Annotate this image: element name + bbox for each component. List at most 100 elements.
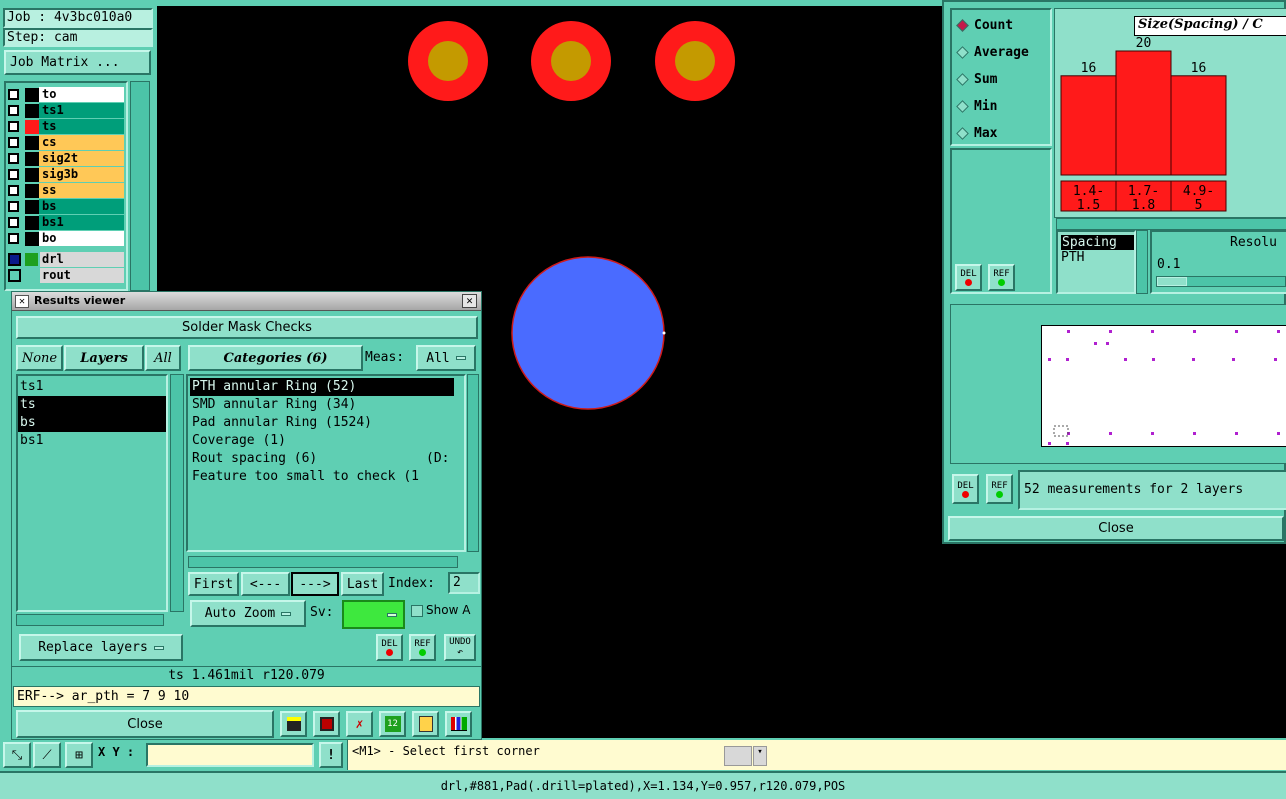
layer-list-scrollbar[interactable]	[130, 81, 150, 291]
mode-radio-min[interactable]: Min	[956, 97, 997, 115]
histogram-hscroll[interactable]	[1056, 218, 1286, 230]
prev-button[interactable]: <---	[241, 572, 290, 596]
layer-row-sig2t[interactable]: sig2t	[8, 151, 124, 166]
tool-icon-2[interactable]	[313, 711, 340, 737]
overview-map[interactable]	[1041, 325, 1286, 447]
tool-icon-3[interactable]: ✗	[346, 711, 373, 737]
rv-del-button[interactable]: DEL	[376, 634, 403, 661]
tool-icon-1[interactable]	[280, 711, 307, 737]
replace-layers-select[interactable]: Replace layers	[19, 634, 183, 661]
tool-corner-icon[interactable]: ⤡	[3, 742, 31, 768]
selected-pad[interactable]	[511, 256, 665, 410]
category-item[interactable]: PTH annular Ring (52)	[190, 378, 454, 396]
layer-checkbox[interactable]	[8, 185, 19, 196]
layer-name[interactable]: bs	[39, 199, 124, 214]
spacing-item[interactable]: Spacing	[1061, 235, 1134, 250]
ov-ref-button[interactable]: REF	[986, 474, 1013, 504]
layer-name[interactable]: cs	[39, 135, 124, 150]
results-layer-item[interactable]: bs	[18, 414, 166, 432]
resolution-slider[interactable]	[1156, 276, 1286, 287]
keyboard-icon[interactable]	[724, 746, 752, 766]
keyboard-menu[interactable]: ▾	[753, 746, 767, 766]
category-item[interactable]: Pad annular Ring (1524)	[190, 414, 464, 432]
mode-radio-count[interactable]: Count	[956, 16, 1013, 34]
layer-name[interactable]: sig3b	[39, 167, 124, 182]
rv-ref-button[interactable]: REF	[409, 634, 436, 661]
layer-row-sig3b[interactable]: sig3b	[8, 167, 124, 182]
tool-measure-icon[interactable]: ⟋	[33, 742, 61, 768]
layer-name[interactable]: bo	[39, 231, 124, 246]
sv-color-select[interactable]	[342, 600, 405, 629]
index-input[interactable]: 2	[448, 572, 480, 594]
all-layers-button[interactable]: All	[145, 345, 181, 371]
results-layer-hscroll[interactable]	[16, 614, 164, 626]
categories-button[interactable]: Categories (6)	[188, 345, 363, 371]
layer-row-bs1[interactable]: bs1	[8, 215, 124, 230]
layer-checkbox[interactable]	[8, 121, 19, 132]
layer-row-ts1[interactable]: ts1	[8, 103, 124, 118]
job-matrix-button[interactable]: Job Matrix ...	[4, 50, 151, 75]
mode-radio-max[interactable]: Max	[956, 124, 997, 142]
layer-name[interactable]: sig2t	[39, 151, 124, 166]
results-layer-item[interactable]: ts	[18, 396, 166, 414]
rv-close-button[interactable]: Close	[16, 710, 274, 738]
hist-ref-button[interactable]: REF	[988, 264, 1015, 291]
drill-layer-row-rout[interactable]: rout	[8, 267, 124, 283]
window-menu-icon[interactable]: ✕	[15, 295, 29, 308]
tool-icon-5[interactable]	[412, 711, 439, 737]
results-layer-item[interactable]: ts1	[18, 378, 166, 396]
category-hscroll[interactable]	[188, 556, 458, 568]
layer-name[interactable]: drl	[40, 251, 124, 267]
next-button[interactable]: --->	[291, 572, 339, 596]
layer-checkbox[interactable]	[8, 105, 19, 116]
layer-row-bo[interactable]: bo	[8, 231, 124, 246]
layer-checkbox[interactable]	[8, 169, 19, 180]
pth-item[interactable]: PTH	[1061, 250, 1134, 265]
layer-checkbox[interactable]	[8, 252, 21, 266]
tool-icon-4[interactable]: 12	[379, 711, 406, 737]
histogram-bar[interactable]	[1115, 50, 1172, 176]
first-button[interactable]: First	[188, 572, 239, 596]
ov-del-button[interactable]: DEL	[952, 474, 979, 504]
auto-zoom-select[interactable]: Auto Zoom	[190, 600, 306, 627]
show-checkbox[interactable]	[411, 605, 423, 617]
layer-checkbox[interactable]	[8, 233, 19, 244]
mode-radio-sum[interactable]: Sum	[956, 70, 997, 88]
tool-grid-icon[interactable]: ⊞	[65, 742, 93, 768]
layer-checkbox[interactable]	[8, 201, 19, 212]
layer-name[interactable]: bs1	[39, 215, 124, 230]
results-header-button[interactable]: Solder Mask Checks	[16, 316, 478, 339]
layers-button[interactable]: Layers	[64, 345, 144, 371]
layer-name[interactable]: rout	[40, 267, 124, 283]
category-item[interactable]: Coverage (1)	[190, 432, 464, 450]
pad-1[interactable]	[408, 21, 488, 101]
xy-input[interactable]	[146, 743, 314, 767]
close-icon[interactable]: ✕	[462, 294, 477, 308]
pad-2[interactable]	[531, 21, 611, 101]
drill-layer-row-drl[interactable]: drl	[8, 251, 124, 267]
layer-checkbox[interactable]	[8, 217, 19, 228]
meas-select[interactable]: All	[416, 345, 476, 371]
layer-row-ss[interactable]: ss	[8, 183, 124, 198]
layer-checkbox[interactable]	[8, 153, 19, 164]
category-item[interactable]: Feature too small to check (1	[190, 468, 464, 486]
mode-radio-average[interactable]: Average	[956, 43, 1029, 61]
category-item[interactable]: SMD annular Ring (34)	[190, 396, 464, 414]
layer-row-to[interactable]: to	[8, 87, 124, 102]
pad-3[interactable]	[655, 21, 735, 101]
hist-del-button[interactable]: DEL	[955, 264, 982, 291]
spacing-vscroll[interactable]	[1136, 230, 1148, 294]
histogram-bar[interactable]	[1060, 75, 1117, 176]
layer-row-ts[interactable]: ts	[8, 119, 124, 134]
results-layer-vscroll[interactable]	[170, 374, 184, 612]
layer-checkbox[interactable]	[8, 137, 19, 148]
results-layer-item[interactable]: bs1	[18, 432, 166, 450]
layer-name[interactable]: ts1	[39, 103, 124, 118]
rv-undo-button[interactable]: UNDO ↶	[444, 634, 476, 661]
alert-icon[interactable]: !	[319, 742, 343, 768]
category-vscroll[interactable]	[467, 374, 479, 552]
layer-row-bs[interactable]: bs	[8, 199, 124, 214]
layer-row-cs[interactable]: cs	[8, 135, 124, 150]
tool-icon-6[interactable]	[445, 711, 472, 737]
category-item[interactable]: Rout spacing (6) (D:	[190, 450, 464, 468]
